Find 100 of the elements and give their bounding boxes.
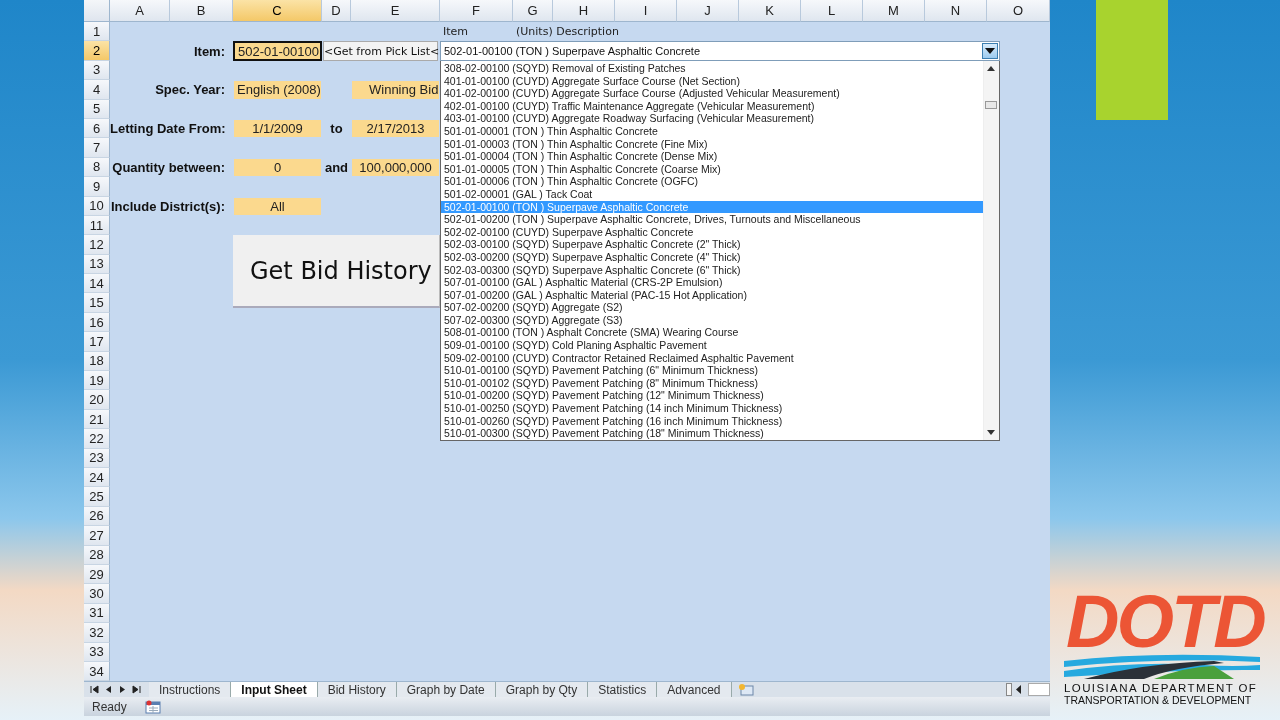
list-item[interactable]: 507-02-00200 (SQYD) Aggregate (S2) — [441, 301, 983, 314]
row-header[interactable]: 26 — [84, 506, 110, 527]
column-header[interactable]: J — [677, 0, 739, 22]
column-header[interactable]: G — [513, 0, 553, 22]
list-item[interactable]: 501-01-00004 (TON ) Thin Asphaltic Concrete (Dense Mix) — [441, 150, 983, 163]
list-item[interactable]: 308-02-00100 (SQYD) Removal of Existing Patches — [441, 62, 983, 75]
sheet-tab[interactable]: Advanced — [657, 682, 732, 697]
list-item[interactable]: 501-02-00001 (GAL ) Tack Coat — [441, 187, 983, 201]
list-item[interactable]: 402-01-00100 (CUYD) Traffic Maintenance Aggregate (Vehicular Measurement) — [441, 99, 983, 113]
list-item[interactable]: 510-01-00300 (SQYD) Pavement Patching (18" Minimum Thickness) — [441, 427, 983, 440]
list-item[interactable]: 501-01-00006 (TON ) Thin Asphaltic Concrete (OGFC) — [441, 175, 983, 188]
list-item[interactable]: 508-01-00100 (TON ) Asphalt Concrete (SMA) Wearing Course — [441, 326, 983, 340]
list-item[interactable]: 510-01-00102 (SQYD) Pavement Patching (8" Minimum Thickness) — [441, 376, 983, 390]
column-header[interactable]: E — [351, 0, 440, 22]
list-item[interactable]: 502-03-00100 (SQYD) Superpave Asphaltic Concrete (2" Thick) — [441, 238, 983, 251]
column-header[interactable]: H — [553, 0, 615, 22]
column-header[interactable]: K — [739, 0, 801, 22]
vertical-scrollbar[interactable] — [983, 61, 999, 440]
scroll-thumb[interactable] — [1028, 683, 1050, 696]
row-header[interactable]: 30 — [84, 584, 110, 604]
list-item[interactable]: 510-01-00250 (SQYD) Pavement Patching (14 inch Minimum Thickness) — [441, 402, 983, 415]
row-header[interactable]: 31 — [84, 603, 110, 624]
row-header[interactable]: 16 — [84, 312, 110, 333]
row-header[interactable]: 34 — [84, 661, 110, 682]
column-header[interactable]: L — [801, 0, 863, 22]
scroll-right-icon[interactable] — [118, 685, 127, 694]
get-bid-history-button[interactable]: Get Bid History — [233, 235, 440, 308]
row-header[interactable]: 23 — [84, 448, 110, 468]
row-header[interactable]: 29 — [84, 564, 110, 585]
row-header[interactable]: 17 — [84, 332, 110, 352]
list-item[interactable]: 507-02-00300 (SQYD) Aggregate (S3) — [441, 313, 983, 327]
scroll-left-icon[interactable] — [1015, 685, 1022, 694]
input-cell[interactable]: 502-01-00100 — [233, 41, 322, 61]
list-item[interactable]: 502-02-00100 (CUYD) Superpave Asphaltic Concrete — [441, 225, 983, 239]
row-header[interactable]: 15 — [84, 293, 110, 313]
column-header[interactable]: M — [863, 0, 925, 22]
row-header[interactable]: 14 — [84, 274, 110, 294]
list-item[interactable]: 501-01-00003 (TON ) Thin Asphaltic Concrete (Fine Mix) — [441, 137, 983, 151]
sheet-tab[interactable]: Graph by Date — [396, 682, 496, 697]
list-item[interactable]: 501-01-00005 (TON ) Thin Asphaltic Concrete (Coarse Mix) — [441, 162, 983, 176]
column-header[interactable]: C — [233, 0, 322, 22]
row-header[interactable]: 32 — [84, 623, 110, 643]
row-header[interactable]: 19 — [84, 371, 110, 391]
row-header[interactable]: 10 — [84, 196, 110, 216]
scroll-up-icon[interactable] — [987, 66, 995, 71]
list-item[interactable]: 502-03-00300 (SQYD) Superpave Asphaltic Concrete (6" Thick) — [441, 263, 983, 277]
list-item[interactable]: 403-01-00100 (CUYD) Aggregate Roadway Surfacing (Vehicular Measurement) — [441, 112, 983, 125]
column-header[interactable]: F — [440, 0, 513, 22]
split-handle[interactable] — [1006, 683, 1012, 696]
row-header[interactable]: 22 — [84, 429, 110, 449]
scroll-left-icon[interactable] — [90, 685, 99, 694]
scroll-right-icon[interactable] — [132, 685, 141, 694]
dropdown-button[interactable] — [982, 43, 998, 59]
list-item[interactable]: 510-01-00100 (SQYD) Pavement Patching (6" Minimum Thickness) — [441, 364, 983, 377]
row-header[interactable]: 12 — [84, 235, 110, 255]
macro-record-icon[interactable] — [144, 699, 161, 714]
row-header[interactable]: 7 — [84, 138, 110, 158]
row-header[interactable]: 6 — [84, 118, 110, 139]
list-item[interactable]: 502-01-00200 (TON ) Superpave Asphaltic Concrete, Drives, Turnouts and Miscellaneous — [441, 213, 983, 226]
column-header[interactable]: N — [925, 0, 987, 22]
list-item[interactable]: 507-01-00200 (GAL ) Asphaltic Material (PAC-15 Hot Application) — [441, 288, 983, 302]
row-header[interactable]: 13 — [84, 254, 110, 275]
row-header[interactable]: 18 — [84, 351, 110, 372]
item-combo-box[interactable]: 502-01-00100 (TON ) Superpave Asphaltic Concrete — [440, 41, 1000, 61]
column-header[interactable]: A — [110, 0, 170, 22]
sheet-tab[interactable]: Instructions — [149, 682, 232, 697]
pick-list-button[interactable]: <Get from Pick List< — [323, 41, 438, 61]
row-header[interactable]: 5 — [84, 99, 110, 119]
scroll-left-icon[interactable] — [104, 685, 113, 694]
scroll-down-icon[interactable] — [987, 430, 995, 435]
row-header[interactable]: 11 — [84, 215, 110, 236]
row-header[interactable]: 4 — [84, 80, 110, 100]
list-item[interactable]: 507-01-00100 (GAL ) Asphaltic Material (CRS-2P Emulsion) — [441, 276, 983, 289]
row-header[interactable]: 25 — [84, 487, 110, 507]
row-header[interactable]: 28 — [84, 545, 110, 565]
list-item[interactable]: 401-02-00100 (CUYD) Aggregate Surface Course (Adjusted Vehicular Measurement) — [441, 87, 983, 100]
row-header[interactable]: 1 — [84, 22, 110, 42]
list-item[interactable]: 401-01-00100 (CUYD) Aggregate Surface Course (Net Section) — [441, 74, 983, 88]
column-header[interactable]: I — [615, 0, 677, 22]
input-cell[interactable]: English (2008) — [234, 81, 321, 99]
input-cell[interactable]: Winning Bid — [352, 81, 439, 99]
row-header[interactable]: 33 — [84, 642, 110, 662]
list-item[interactable]: 510-01-00260 (SQYD) Pavement Patching (16 inch Minimum Thickness) — [441, 414, 983, 428]
column-header[interactable]: O — [987, 0, 1050, 22]
column-header[interactable]: B — [170, 0, 233, 22]
column-header[interactable]: D — [322, 0, 351, 22]
list-item[interactable]: 502-03-00200 (SQYD) Superpave Asphaltic Concrete (4" Thick) — [441, 250, 983, 264]
list-item[interactable]: 509-02-00100 (CUYD) Contractor Retained Reclaimed Asphaltic Pavement — [441, 351, 983, 365]
row-header[interactable]: 8 — [84, 157, 110, 178]
row-header[interactable]: 20 — [84, 390, 110, 410]
sheet-tab[interactable]: Statistics — [588, 682, 658, 697]
row-header[interactable]: 24 — [84, 468, 110, 488]
row-header[interactable]: 21 — [84, 409, 110, 430]
list-item[interactable]: 510-01-00200 (SQYD) Pavement Patching (12" Minimum Thickness) — [441, 389, 983, 403]
row-header[interactable]: 2 — [84, 41, 110, 61]
sheet-tab[interactable]: Graph by Qty — [495, 682, 589, 697]
row-header[interactable]: 3 — [84, 60, 110, 81]
list-item[interactable]: 509-01-00100 (SQYD) Cold Planing Asphaltic Pavement — [441, 339, 983, 352]
row-header[interactable]: 27 — [84, 526, 110, 546]
sheet-tab[interactable]: Input Sheet — [231, 682, 318, 697]
